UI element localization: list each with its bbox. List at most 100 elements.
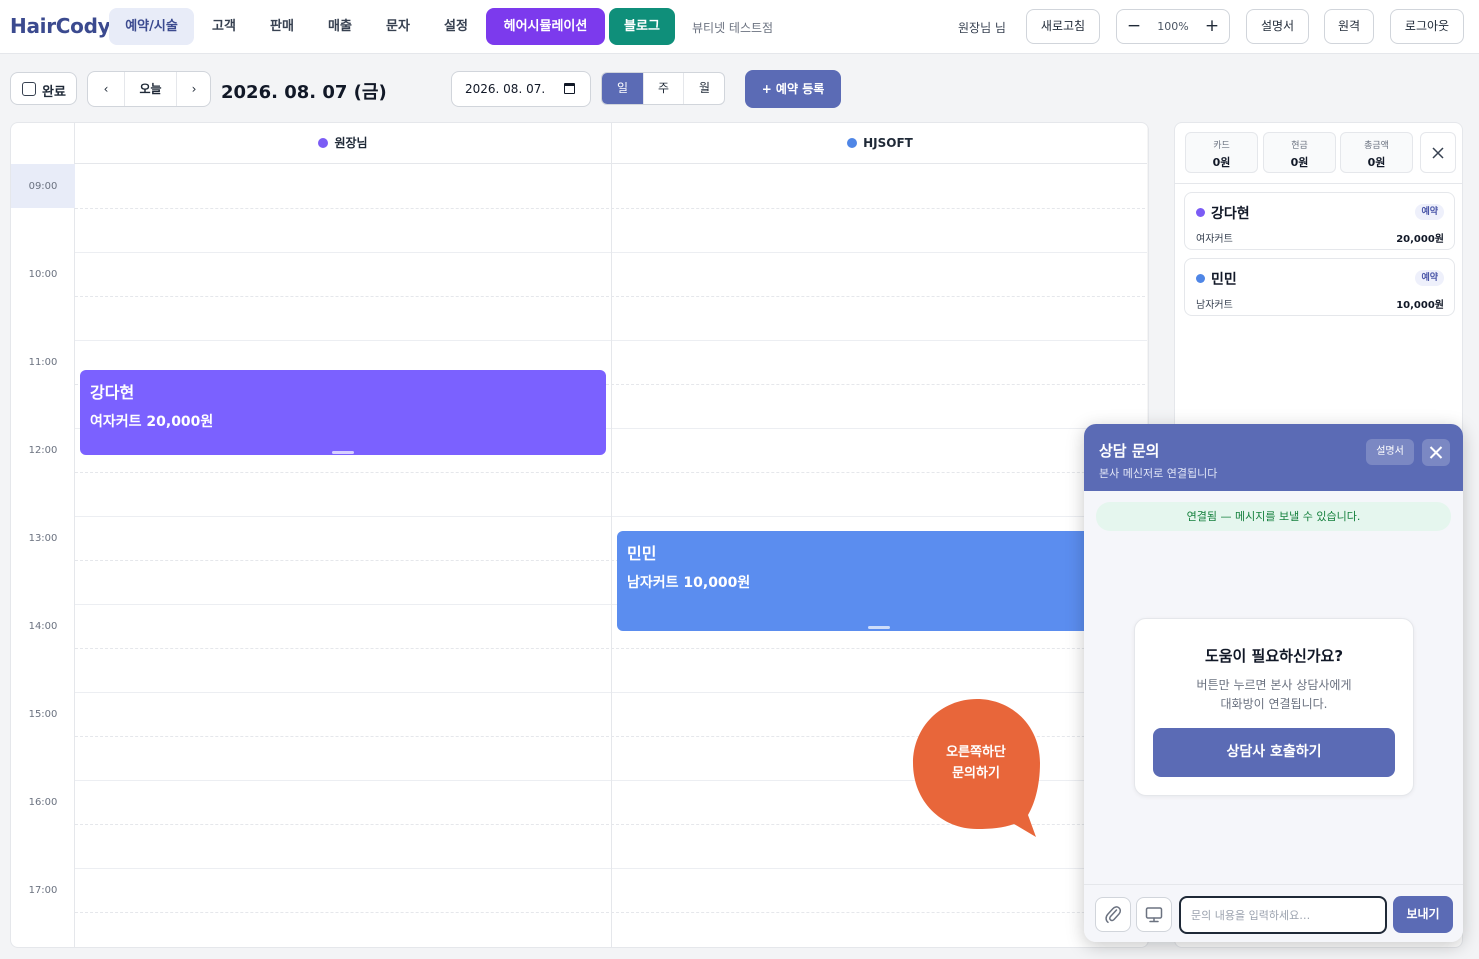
remote-button[interactable]: 원격 — [1324, 9, 1374, 44]
chat-subtitle: 본사 메신저로 연결됩니다 — [1099, 467, 1218, 480]
appointment-minmin[interactable]: 민민 남자커트 10,000원 — [617, 531, 1143, 631]
date-value: 2026. 08. 07. — [465, 82, 546, 96]
checkbox-square[interactable] — [22, 82, 36, 96]
hour-label: 09:00 — [11, 164, 75, 208]
today-button[interactable]: 오늘 — [125, 72, 176, 106]
summary-value: 0원 — [1212, 156, 1231, 169]
grid-line — [75, 868, 1148, 869]
screen-share-button[interactable] — [1136, 897, 1172, 932]
view-week-button[interactable]: 주 — [643, 73, 684, 104]
chat-manual-button[interactable]: 설명서 — [1366, 439, 1414, 465]
shop-name: 뷰티넷 테스트점 — [692, 21, 774, 35]
bubble-line-2: 문의하기 — [952, 766, 1000, 781]
calendar-icon[interactable] — [564, 83, 575, 94]
help-desc-line: 버튼만 누르면 본사 상담사에게 — [1196, 678, 1352, 692]
appointment-service: 남자커트 10,000원 — [627, 575, 751, 591]
complete-filter-checkbox[interactable]: 완료 — [10, 72, 77, 105]
summary-card: 카드 0원 — [1185, 132, 1258, 173]
status-badge: 예약 — [1415, 204, 1444, 220]
inquiry-message-input[interactable] — [1179, 896, 1387, 934]
grid-line — [75, 692, 1148, 693]
help-title: 도움이 필요하신가요? — [1204, 647, 1344, 665]
grid-line — [75, 472, 1148, 473]
send-button[interactable]: 보내기 — [1393, 896, 1453, 933]
grid-line — [75, 208, 1148, 209]
staff-dot — [1196, 208, 1205, 217]
zoom-control: − 100% + — [1116, 9, 1230, 44]
user-name: 원장님 님 — [958, 21, 1006, 35]
grid-line — [75, 296, 1148, 297]
grid-line — [75, 252, 1148, 253]
hour-label: 16:00 — [28, 797, 58, 808]
appointment-name: 강다현 — [90, 383, 135, 402]
side-panel-close-button[interactable] — [1420, 132, 1456, 173]
column-header-hjsoft: HJSOFT — [612, 123, 1148, 164]
service-price: 20,000원 — [1396, 234, 1444, 245]
grid-line — [75, 648, 1148, 649]
hour-label: 14:00 — [28, 621, 58, 632]
inquiry-hint-bubble: 오른쪽하단 문의하기 — [911, 697, 1043, 839]
grid-line — [75, 912, 1148, 913]
date-picker-input[interactable]: 2026. 08. 07. — [451, 71, 591, 107]
hour-label: 11:00 — [28, 357, 58, 368]
app-logo[interactable]: HairCody — [10, 14, 111, 38]
zoom-level: 100% — [1157, 20, 1189, 33]
summary-value: 0원 — [1290, 156, 1309, 169]
staff-name: HJSOFT — [863, 136, 913, 150]
staff-dot — [1196, 274, 1205, 283]
nav-revenue[interactable]: 매출 — [316, 8, 364, 45]
nav-blog[interactable]: 블로그 — [609, 8, 675, 45]
nav-sms[interactable]: 문자 — [374, 8, 422, 45]
summary-label: 현금 — [1291, 141, 1308, 151]
service-name: 여자커트 — [1196, 234, 1233, 245]
zoom-out-button[interactable]: − — [1117, 10, 1151, 43]
customer-name: 강다현 — [1211, 206, 1250, 222]
column-header-owner: 원장님 — [75, 123, 611, 164]
attach-button[interactable] — [1095, 897, 1131, 932]
time-column: 09:00 10:00 11:00 12:00 13:00 14:00 15:0… — [11, 123, 75, 947]
reservation-card[interactable]: 강다현 예약 여자커트 20,000원 — [1184, 192, 1455, 250]
appointment-kang[interactable]: 강다현 여자커트 20,000원 — [80, 370, 606, 455]
summary-label: 총금액 — [1364, 141, 1389, 151]
nav-reservation[interactable]: 예약/시술 — [109, 8, 194, 45]
hour-label: 17:00 — [28, 885, 58, 896]
current-date-title: 2026. 08. 07 (금) — [221, 82, 387, 103]
close-icon — [1432, 147, 1444, 159]
summary-value: 0원 — [1367, 156, 1386, 169]
status-badge: 예약 — [1415, 270, 1444, 286]
view-toggle: 일 주 월 — [601, 72, 725, 105]
resize-handle[interactable] — [868, 626, 890, 629]
close-icon — [1429, 446, 1443, 459]
refresh-button[interactable]: 새로고침 — [1026, 9, 1100, 44]
consultation-chat-widget: 상담 문의 본사 메신저로 연결됩니다 설명서 연결됨 — 메시지를 보낼 수 … — [1084, 424, 1463, 942]
nav-sales[interactable]: 판매 — [258, 8, 306, 45]
summary-label: 카드 — [1213, 141, 1230, 151]
nav-settings[interactable]: 설정 — [432, 8, 480, 45]
zoom-in-button[interactable]: + — [1195, 10, 1229, 43]
service-name: 남자커트 — [1196, 300, 1233, 311]
reservation-card[interactable]: 민민 예약 남자커트 10,000원 — [1184, 258, 1455, 316]
hour-label: 12:00 — [28, 445, 58, 456]
divider — [1175, 183, 1462, 184]
bubble-line-1: 오른쪽하단 — [946, 745, 1006, 760]
monitor-icon — [1145, 907, 1163, 923]
prev-day-button[interactable]: ‹ — [88, 72, 124, 106]
view-month-button[interactable]: 월 — [684, 73, 724, 104]
appointment-name: 민민 — [627, 544, 657, 563]
customer-name: 민민 — [1211, 272, 1237, 288]
logout-button[interactable]: 로그아웃 — [1390, 9, 1464, 44]
service-price: 10,000원 — [1396, 300, 1444, 311]
add-reservation-button[interactable]: + 예약 등록 — [745, 70, 841, 108]
call-agent-button[interactable]: 상담사 호출하기 — [1153, 728, 1395, 777]
view-day-button[interactable]: 일 — [602, 73, 643, 104]
nav-customer[interactable]: 고객 — [200, 8, 248, 45]
nav-hair-simulation[interactable]: 헤어시뮬레이션 — [486, 8, 605, 45]
chat-close-button[interactable] — [1422, 439, 1450, 466]
bubble-text: 오른쪽하단 문의하기 — [911, 742, 1041, 784]
resize-handle[interactable] — [332, 451, 354, 454]
complete-label: 완료 — [42, 85, 66, 100]
summary-total: 총금액 0원 — [1340, 132, 1413, 173]
chat-title: 상담 문의 — [1099, 442, 1160, 460]
next-day-button[interactable]: › — [177, 72, 211, 106]
manual-button[interactable]: 설명서 — [1246, 9, 1309, 44]
